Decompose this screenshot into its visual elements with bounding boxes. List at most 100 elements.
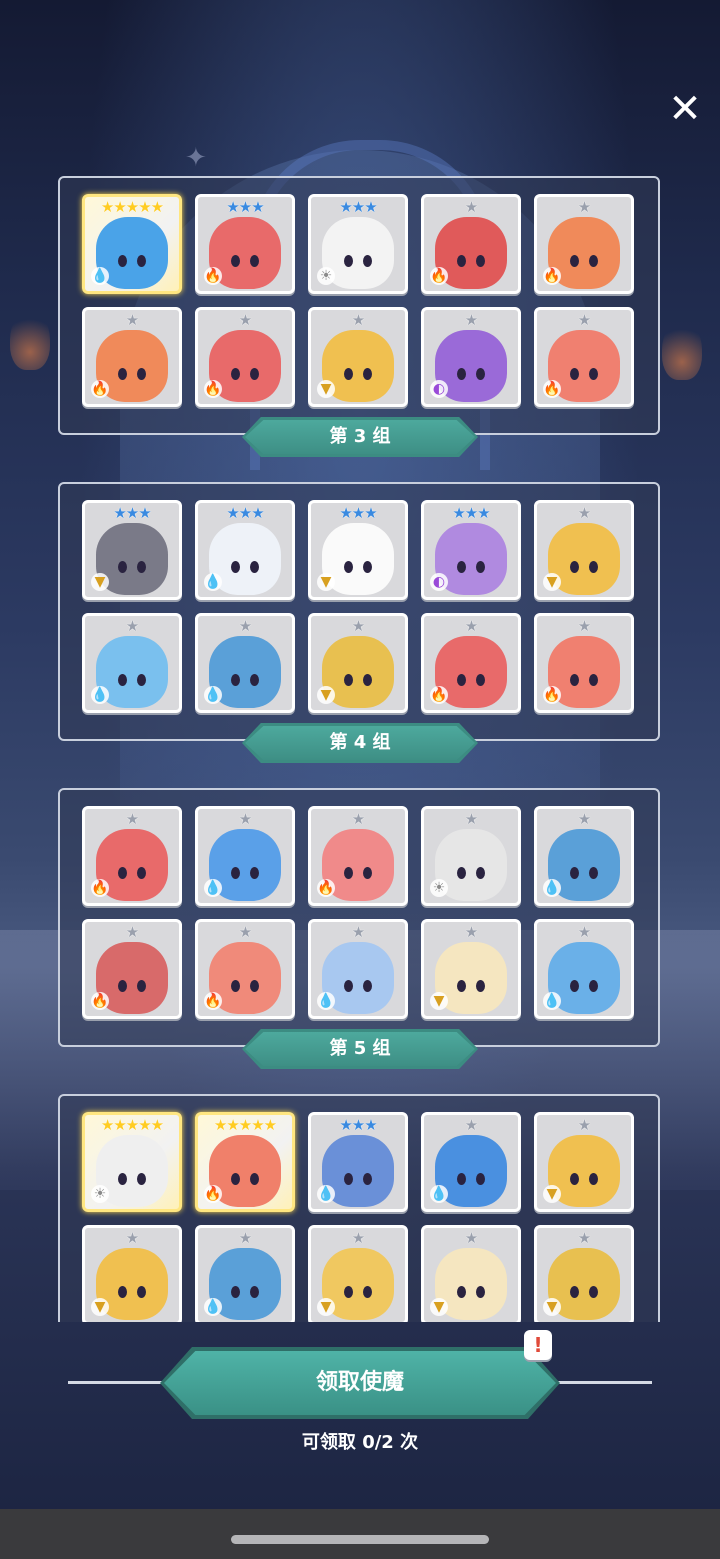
portrait-eye xyxy=(231,980,240,992)
familiar-card[interactable]: ★ ▼ xyxy=(308,613,408,713)
claim-count-text: 可领取 0/2 次 xyxy=(301,1432,419,1453)
star-icon: ★ xyxy=(577,1229,591,1247)
portrait-eye xyxy=(476,980,485,992)
familiar-card[interactable]: ★★★ 💧 xyxy=(308,1112,408,1212)
fire-element-icon: 🔥 xyxy=(204,1185,222,1203)
group-tab: 第 5 组 xyxy=(242,1029,478,1069)
star-rating: ★ xyxy=(537,618,631,634)
water-element-icon: 💧 xyxy=(543,992,561,1010)
familiar-card[interactable]: ★ ☀ xyxy=(421,806,521,906)
familiar-card[interactable]: ★★★ ☀ xyxy=(308,194,408,294)
familiar-card[interactable]: ★ 💧 xyxy=(195,613,295,713)
star-rating: ★ xyxy=(198,1230,292,1246)
light-element-icon: ☀ xyxy=(430,879,448,897)
portrait-eye xyxy=(250,1173,259,1185)
familiar-card[interactable]: ★ 💧 xyxy=(421,1112,521,1212)
star-rating: ★★★ xyxy=(198,505,292,521)
group-tab-label: 第 3 组 xyxy=(245,420,475,454)
portrait-eye xyxy=(344,674,353,686)
portrait-eye xyxy=(344,255,353,267)
familiar-card[interactable]: ★ 🔥 xyxy=(308,806,408,906)
familiar-card[interactable]: ★ ▼ xyxy=(534,500,634,600)
familiar-card[interactable]: ★★★ ◐ xyxy=(421,500,521,600)
familiar-card[interactable]: ★ 🔥 xyxy=(195,919,295,1019)
familiar-card[interactable]: ★ ▼ xyxy=(82,1225,182,1322)
portrait-eye xyxy=(589,368,598,380)
familiar-card[interactable]: ★ 💧 xyxy=(534,919,634,1019)
familiar-card[interactable]: ★ ▼ xyxy=(308,307,408,407)
fire-element-icon: 🔥 xyxy=(204,992,222,1010)
star-icon: ★ xyxy=(339,198,352,216)
familiar-card[interactable]: ★ 🔥 xyxy=(82,919,182,1019)
familiar-card[interactable]: ★★★ ▼ xyxy=(308,500,408,600)
star-icon: ★ xyxy=(125,504,139,522)
star-icon: ★ xyxy=(364,198,377,216)
familiar-card[interactable]: ★ 💧 xyxy=(82,613,182,713)
star-rating: ★ xyxy=(311,811,405,827)
star-rating: ★★★★★ xyxy=(85,1117,179,1133)
star-icon: ★ xyxy=(238,504,252,522)
star-icon: ★ xyxy=(351,198,365,216)
familiar-card[interactable]: ★ ▼ xyxy=(308,1225,408,1322)
star-rating: ★ xyxy=(311,312,405,328)
group-list-scroll[interactable]: ★★★★★ 💧 ★★★ 🔥 ★★★ ☀ ★ 🔥 ★ 🔥 ★ 🔥 ★ 🔥 ★ ▼ ★ ◐ ★ 🔥 ★★★ ▼ ★★★ 💧 ★★★ ▼… xyxy=(0,170,720,1322)
familiar-card[interactable]: ★ ▼ xyxy=(421,1225,521,1322)
familiar-card[interactable]: ★ 🔥 xyxy=(534,307,634,407)
star-rating: ★ xyxy=(537,505,631,521)
star-rating: ★★★ xyxy=(85,505,179,521)
familiar-card[interactable]: ★ 🔥 xyxy=(195,307,295,407)
portrait-eye xyxy=(231,255,240,267)
close-button[interactable]: ✕ xyxy=(662,86,708,132)
fire-element-icon: 🔥 xyxy=(543,380,561,398)
star-icon: ★ xyxy=(138,504,151,522)
portrait-eye xyxy=(457,674,466,686)
fire-element-icon: 🔥 xyxy=(204,380,222,398)
familiar-card[interactable]: ★ 🔥 xyxy=(534,194,634,294)
familiar-card[interactable]: ★ 🔥 xyxy=(82,806,182,906)
star-icon: ★ xyxy=(351,810,365,828)
portrait-eye xyxy=(363,867,372,879)
familiar-card[interactable]: ★ ◐ xyxy=(421,307,521,407)
star-rating: ★ xyxy=(311,924,405,940)
familiar-card[interactable]: ★ 💧 xyxy=(308,919,408,1019)
star-icon: ★ xyxy=(226,198,239,216)
portrait-eye xyxy=(118,561,127,573)
familiar-card[interactable]: ★ ▼ xyxy=(534,1112,634,1212)
familiar-card[interactable]: ★ ▼ xyxy=(421,919,521,1019)
water-element-icon: 💧 xyxy=(91,267,109,285)
familiar-card[interactable]: ★★★★★ ☀ xyxy=(82,1112,182,1212)
portrait-eye xyxy=(118,980,127,992)
portrait-eye xyxy=(570,368,579,380)
familiar-card[interactable]: ★ ▼ xyxy=(534,1225,634,1322)
familiar-card[interactable]: ★ 🔥 xyxy=(421,613,521,713)
claim-button-label: 领取使魔 xyxy=(164,1351,556,1415)
water-element-icon: 💧 xyxy=(204,879,222,897)
star-icon: ★ xyxy=(251,1116,264,1134)
familiar-card[interactable]: ★★★ 💧 xyxy=(195,500,295,600)
familiar-card[interactable]: ★★★ 🔥 xyxy=(195,194,295,294)
star-icon: ★ xyxy=(351,504,365,522)
familiar-card[interactable]: ★ 💧 xyxy=(195,1225,295,1322)
familiar-card[interactable]: ★★★ ▼ xyxy=(82,500,182,600)
familiar-card[interactable]: ★ 🔥 xyxy=(421,194,521,294)
portrait-eye xyxy=(570,867,579,879)
familiar-card[interactable]: ★★★★★ 🔥 xyxy=(195,1112,295,1212)
portrait-eye xyxy=(589,980,598,992)
familiar-card[interactable]: ★ 💧 xyxy=(195,806,295,906)
star-rating: ★ xyxy=(85,312,179,328)
familiar-grid: ★★★★★ ☀ ★★★★★ 🔥 ★★★ 💧 ★ 💧 ★ ▼ ★ ▼ ★ 💧 ★ ▼ ★ ▼ ★ ▼ xyxy=(82,1104,642,1322)
portrait-eye xyxy=(118,674,127,686)
home-indicator[interactable] xyxy=(231,1535,489,1544)
earth-element-icon: ▼ xyxy=(91,1298,109,1316)
star-rating: ★ xyxy=(537,312,631,328)
familiar-card[interactable]: ★ 🔥 xyxy=(82,307,182,407)
claim-familiar-button[interactable]: 领取使魔 xyxy=(160,1347,560,1419)
portrait-eye xyxy=(589,255,598,267)
portrait-eye xyxy=(589,1286,598,1298)
familiar-card[interactable]: ★ 🔥 xyxy=(534,613,634,713)
portrait-eye xyxy=(137,867,146,879)
portrait-eye xyxy=(476,1173,485,1185)
familiar-card[interactable]: ★ 💧 xyxy=(534,806,634,906)
familiar-card[interactable]: ★★★★★ 💧 xyxy=(82,194,182,294)
group-tab: 第 4 组 xyxy=(242,723,478,763)
